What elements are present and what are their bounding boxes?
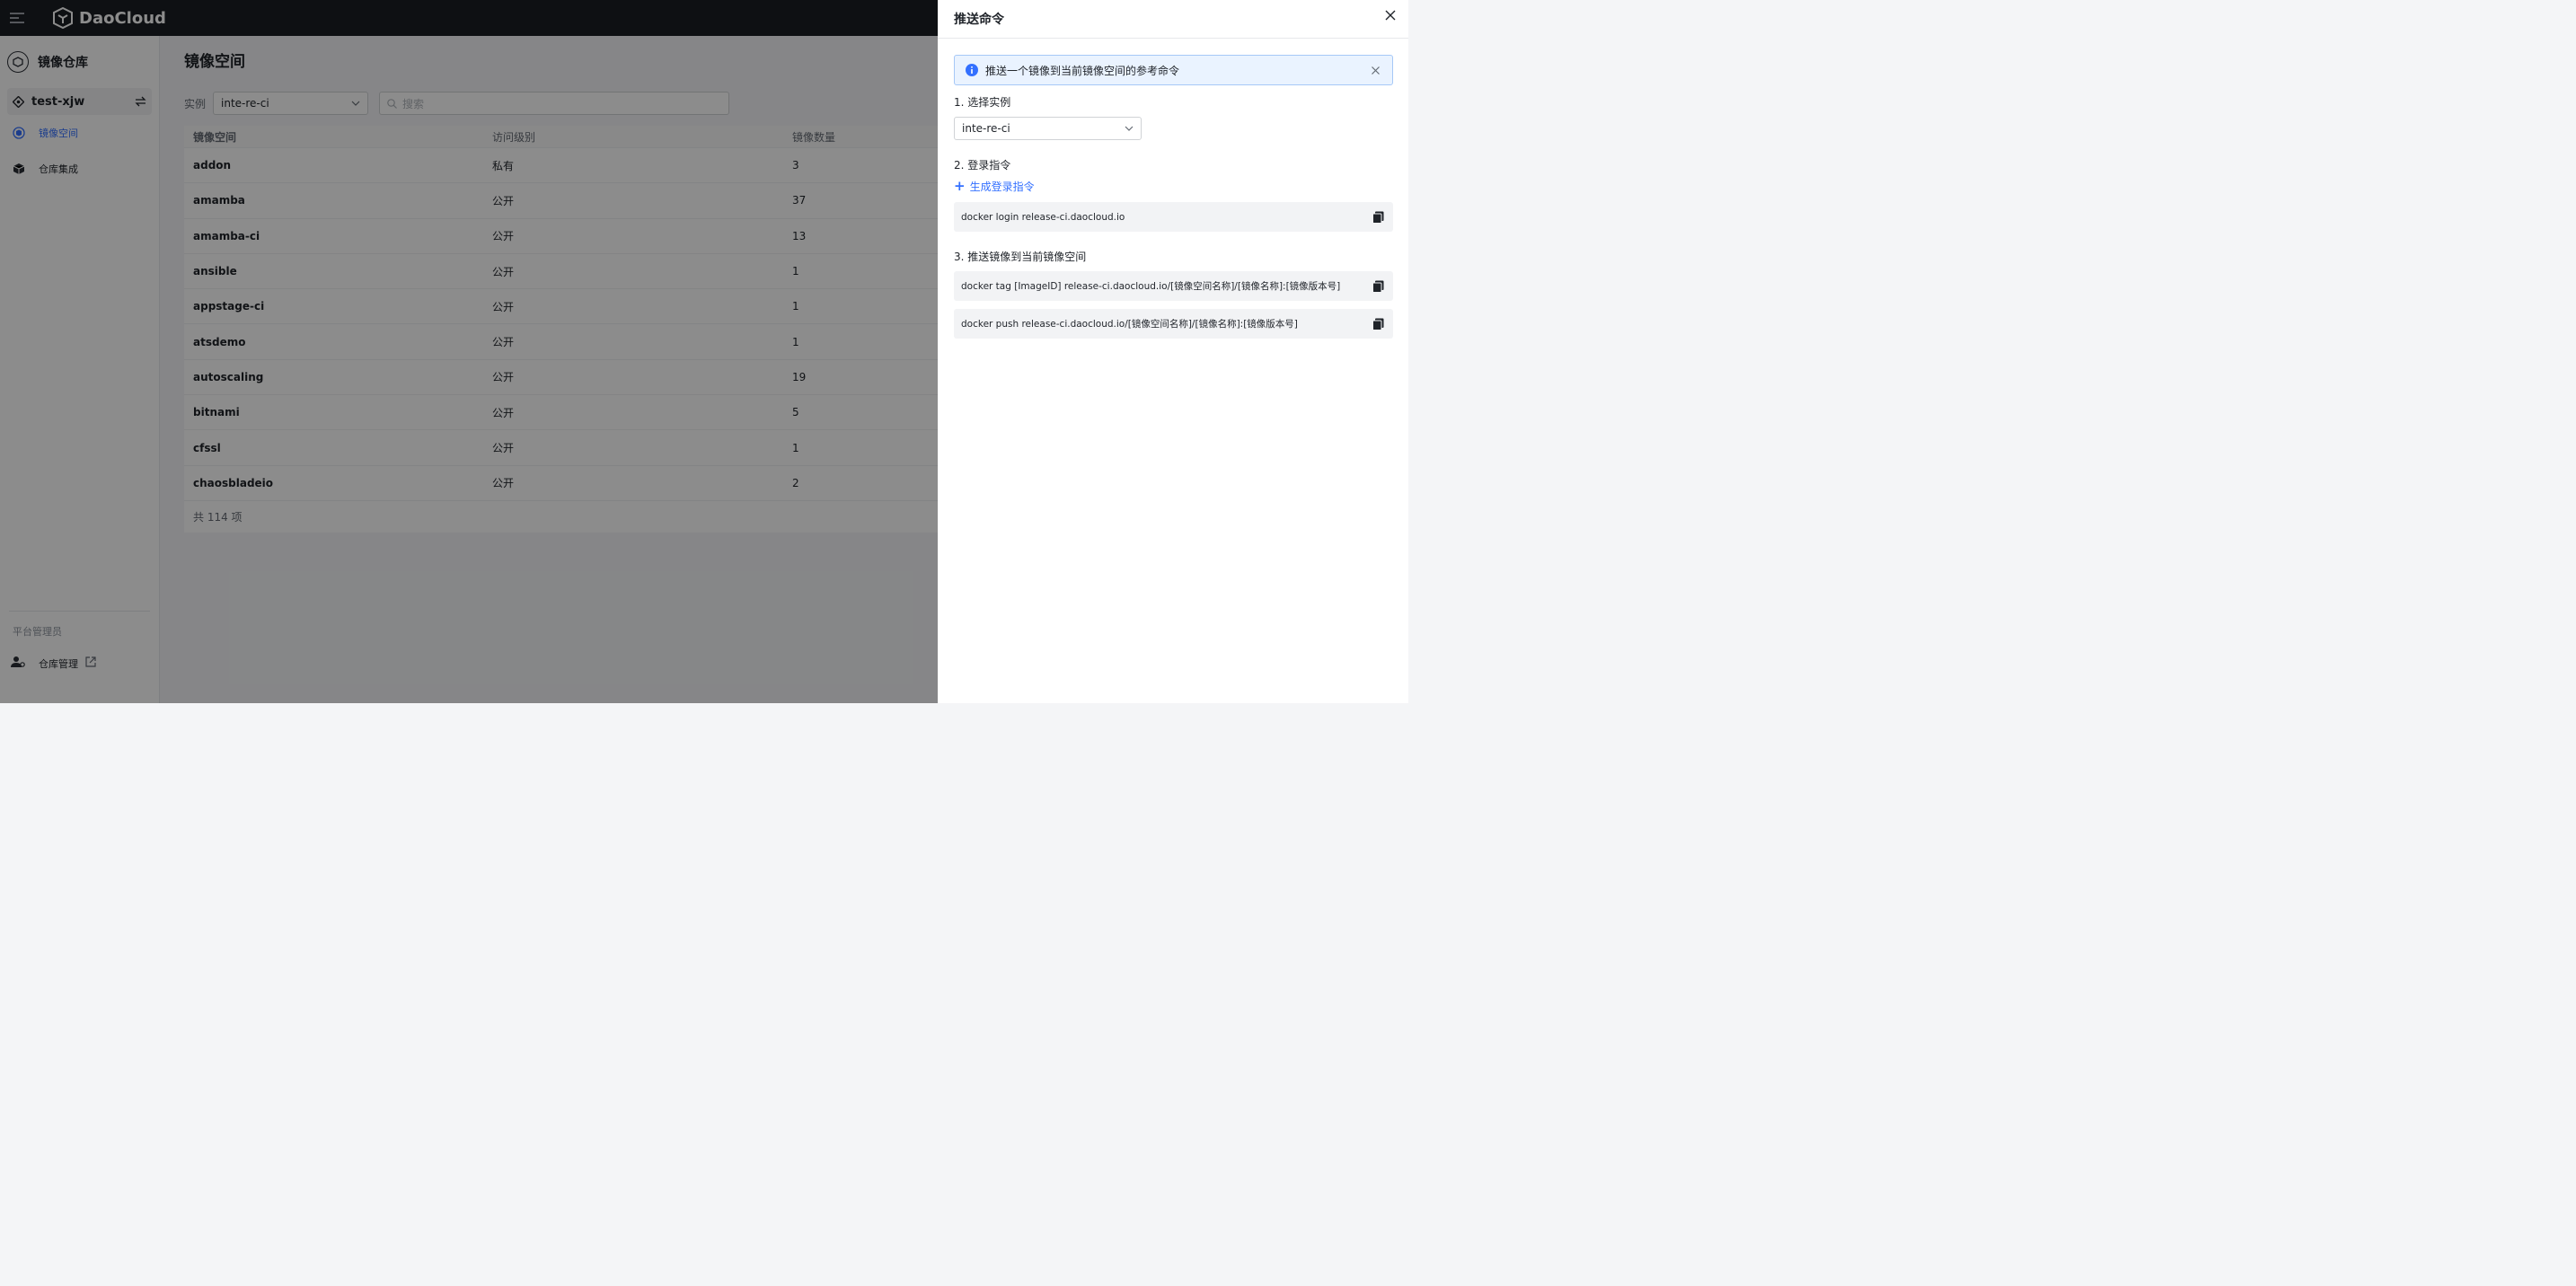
step-login-command: 2. 登录指令: [954, 159, 1011, 172]
push-command-block: docker push release-ci.daocloud.io/[镜像空间…: [954, 309, 1393, 339]
step-select-instance: 1. 选择实例: [954, 96, 1011, 109]
info-alert: 推送一个镜像到当前镜像空间的参考命令: [954, 55, 1393, 85]
generate-login-command-link[interactable]: + 生成登录指令: [954, 178, 1035, 194]
tag-command-text: docker tag [ImageID] release-ci.daocloud…: [961, 281, 1341, 292]
chevron-down-icon: [1125, 126, 1134, 131]
info-icon: [966, 64, 978, 76]
plus-icon: +: [954, 178, 966, 194]
alert-text: 推送一个镜像到当前镜像空间的参考命令: [985, 64, 1180, 77]
tag-command-block: docker tag [ImageID] release-ci.daocloud…: [954, 271, 1393, 301]
login-command-block: docker login release-ci.daocloud.io: [954, 202, 1393, 232]
generate-login-label: 生成登录指令: [969, 180, 1035, 193]
copy-icon[interactable]: [1372, 280, 1384, 293]
login-command-text: docker login release-ci.daocloud.io: [961, 211, 1125, 223]
drawer-title-text: 推送命令: [954, 13, 1004, 27]
app-root: DaoCloud 镜像仓库 test-xjw 镜像空间 仓库集成 平台管理员 仓…: [0, 0, 1408, 703]
step-push-image: 3. 推送镜像到当前镜像空间: [954, 251, 1087, 263]
close-icon[interactable]: [1385, 10, 1396, 23]
drawer-instance-select[interactable]: inte-re-ci: [954, 117, 1142, 140]
copy-icon[interactable]: [1372, 318, 1384, 330]
copy-icon[interactable]: [1372, 211, 1384, 224]
push-command-drawer: 推送命令 推送一个镜像到当前镜像空间的参考命令 1. 选择实例 inte-re-…: [938, 0, 1408, 703]
alert-close-icon[interactable]: [1372, 66, 1380, 75]
drawer-title: 推送命令: [938, 0, 1408, 39]
drawer-instance-value: inte-re-ci: [962, 122, 1010, 135]
push-command-text: docker push release-ci.daocloud.io/[镜像空间…: [961, 319, 1298, 330]
